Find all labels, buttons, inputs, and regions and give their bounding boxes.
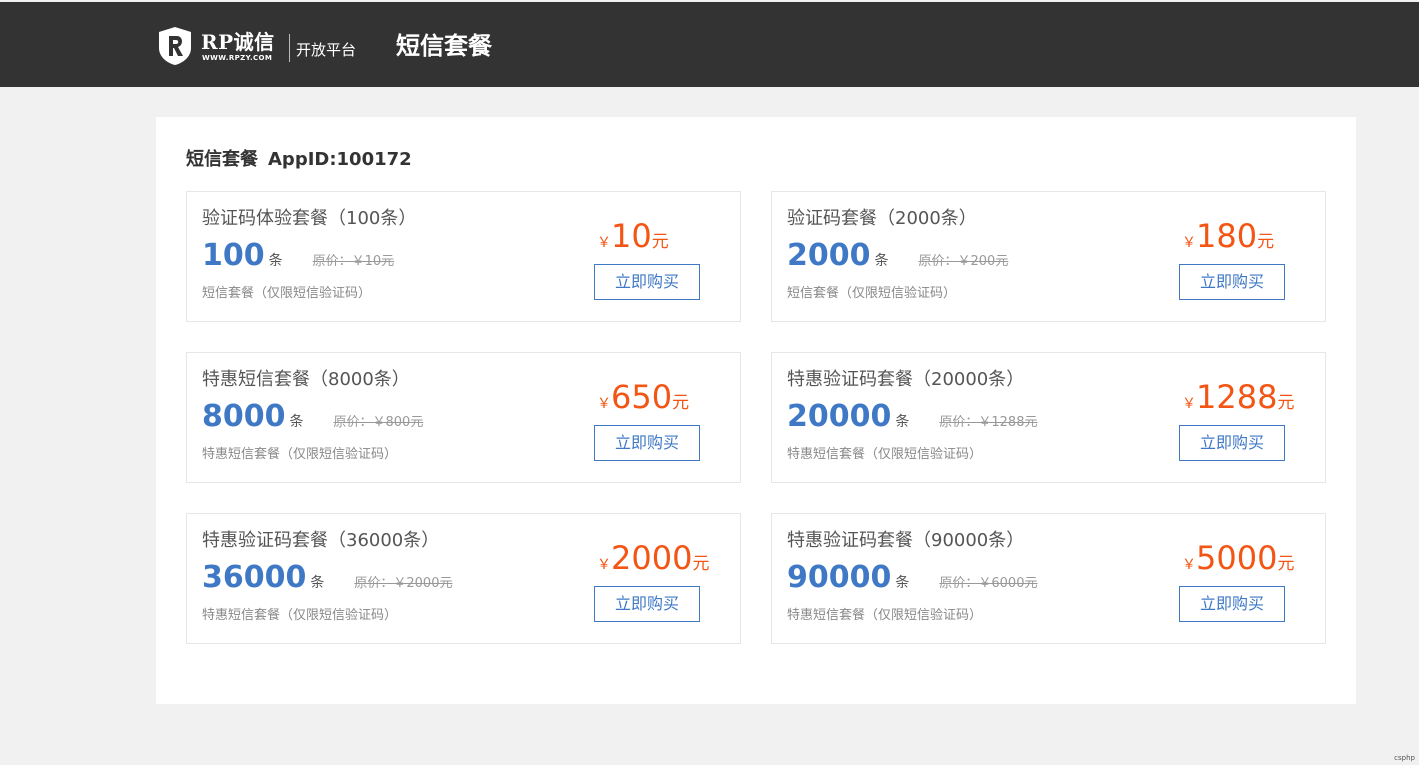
package-price: ￥180元: [1182, 214, 1274, 265]
package-count-row: 36000 条 原价：￥2000元: [202, 558, 452, 604]
package-panel: 短信套餐 AppID:100172 验证码体验套餐（100条） 100 条原价：￥10…: [156, 117, 1356, 704]
package-count-unit: 条: [895, 414, 910, 430]
package-count-row: 20000 条 原价：￥1288元: [787, 397, 1037, 443]
app-id: AppID:100172: [268, 149, 412, 170]
package-count-row: 90000 条 原价：￥6000元: [787, 558, 1037, 604]
package-count: 2000: [787, 238, 871, 273]
currency-symbol: ￥: [1182, 557, 1196, 573]
rp-shield-logo-icon: [159, 27, 191, 65]
package-name: 验证码套餐（2000条）: [787, 208, 977, 229]
package-count-row: 2000 条 原价：￥200元: [787, 236, 1008, 282]
logo-url: WWW.RPZY.COM: [202, 54, 273, 62]
buy-now-button[interactable]: 立即购买: [1179, 586, 1285, 622]
package-description: 特惠短信套餐（仅限短信验证码）: [787, 447, 983, 462]
package-price: ￥650元: [597, 375, 689, 426]
currency-symbol: ￥: [1182, 235, 1196, 251]
buy-now-button[interactable]: 立即购买: [594, 264, 700, 300]
package-price: ￥10元: [597, 214, 669, 265]
package-count: 100: [202, 238, 265, 273]
package-count-unit: 条: [289, 414, 304, 430]
package-count-unit: 条: [895, 575, 910, 591]
logo-platform-label: 开放平台: [296, 41, 357, 59]
original-price: 原价：￥200元: [918, 254, 1009, 269]
package-name: 特惠验证码套餐（90000条）: [787, 530, 1025, 551]
buy-now-button[interactable]: 立即购买: [1179, 264, 1285, 300]
logo-brand: RP诚信: [201, 30, 275, 54]
package-name: 特惠验证码套餐（20000条）: [787, 369, 1025, 390]
price-value: 650: [611, 378, 673, 416]
package-card: 特惠短信套餐（8000条） 8000 条 原价：￥800元特惠短信套餐（仅限短信验证码…: [186, 352, 741, 483]
original-price: 原价：￥10元: [312, 254, 395, 269]
package-count-unit: 条: [310, 575, 325, 591]
package-price: ￥2000元: [597, 536, 709, 587]
currency-symbol: ￥: [597, 235, 611, 251]
package-description: 特惠短信套餐（仅限短信验证码）: [202, 447, 398, 462]
package-description: 特惠短信套餐（仅限短信验证码）: [787, 608, 983, 623]
price-value: 10: [611, 217, 652, 255]
package-card: 验证码套餐（2000条） 2000 条 原价：￥200元短信套餐（仅限短信验证码） ￥1…: [771, 191, 1326, 322]
package-name: 特惠验证码套餐（36000条）: [202, 530, 440, 551]
panel-heading: 短信套餐 AppID:100172: [186, 148, 412, 172]
package-card: 特惠验证码套餐（20000条） 20000 条 原价：￥1288元特惠短信套餐（仅限短…: [771, 352, 1326, 483]
package-count: 20000: [787, 399, 892, 434]
package-name: 特惠短信套餐（8000条）: [202, 369, 410, 390]
top-navbar: RP诚信 WWW.RPZY.COM 开放平台 短信套餐: [0, 2, 1419, 87]
currency-symbol: ￥: [597, 557, 611, 573]
package-count-row: 8000 条 原价：￥800元: [202, 397, 423, 443]
package-name: 验证码体验套餐（100条）: [202, 208, 417, 229]
package-count: 90000: [787, 560, 892, 595]
buy-now-button[interactable]: 立即购买: [594, 425, 700, 461]
original-price: 原价：￥6000元: [939, 576, 1038, 591]
package-description: 特惠短信套餐（仅限短信验证码）: [202, 608, 398, 623]
price-value: 5000: [1196, 539, 1278, 577]
price-unit: 元: [672, 393, 690, 413]
price-value: 180: [1196, 217, 1258, 255]
package-count: 8000: [202, 399, 286, 434]
price-unit: 元: [1277, 554, 1295, 574]
package-count: 36000: [202, 560, 307, 595]
package-count-unit: 条: [874, 253, 889, 269]
price-value: 1288: [1196, 378, 1278, 416]
page-title: 短信套餐: [396, 32, 492, 60]
buy-now-button[interactable]: 立即购买: [1179, 425, 1285, 461]
currency-symbol: ￥: [597, 396, 611, 412]
original-price: 原价：￥2000元: [354, 576, 453, 591]
package-count-row: 100 条 原价：￥10元: [202, 236, 394, 282]
package-card: 特惠验证码套餐（90000条） 90000 条 原价：￥6000元特惠短信套餐（仅限短…: [771, 513, 1326, 644]
corner-watermark: csphp: [1394, 754, 1415, 762]
price-unit: 元: [1257, 232, 1275, 252]
package-card: 特惠验证码套餐（36000条） 36000 条 原价：￥2000元特惠短信套餐（仅限短…: [186, 513, 741, 644]
logo-divider: [289, 34, 290, 62]
package-description: 短信套餐（仅限短信验证码）: [787, 286, 957, 301]
price-unit: 元: [651, 232, 669, 252]
original-price: 原价：￥1288元: [939, 415, 1038, 430]
price-value: 2000: [611, 539, 693, 577]
currency-symbol: ￥: [1182, 396, 1196, 412]
original-price: 原价：￥800元: [333, 415, 424, 430]
package-price: ￥1288元: [1182, 375, 1294, 426]
package-price: ￥5000元: [1182, 536, 1294, 587]
buy-now-button[interactable]: 立即购买: [594, 586, 700, 622]
package-count-unit: 条: [268, 253, 283, 269]
package-card: 验证码体验套餐（100条） 100 条原价：￥10元 短信套餐（仅限短信验证码） ￥10…: [186, 191, 741, 322]
price-unit: 元: [692, 554, 710, 574]
logo[interactable]: RP诚信 WWW.RPZY.COM 开放平台: [157, 24, 357, 68]
package-description: 短信套餐（仅限短信验证码）: [202, 286, 372, 301]
price-unit: 元: [1277, 393, 1295, 413]
panel-heading-title: 短信套餐: [186, 149, 258, 170]
